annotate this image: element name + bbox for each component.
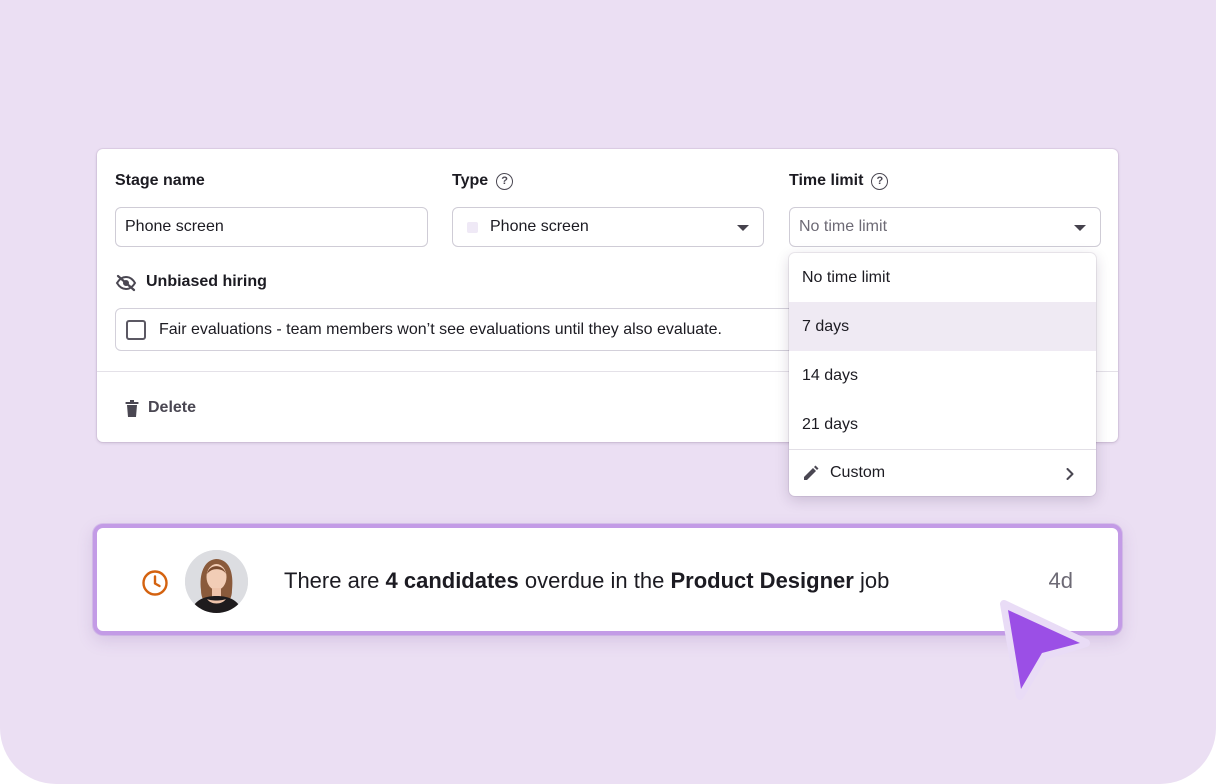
pencil-icon xyxy=(804,465,819,480)
type-select[interactable]: Phone screen xyxy=(452,207,764,247)
time-limit-select[interactable]: No time limit xyxy=(789,207,1101,247)
fair-evaluations-option[interactable]: Fair evaluations - team members won’t se… xyxy=(115,308,815,351)
time-limit-dropdown: No time limit 7 days 14 days 21 days Cus… xyxy=(789,253,1096,496)
delete-label: Delete xyxy=(148,399,197,416)
clock-icon xyxy=(142,570,168,596)
type-color-swatch xyxy=(467,221,478,233)
custom-label: Custom xyxy=(830,464,886,481)
unbiased-hiring-label: Unbiased hiring xyxy=(146,273,267,290)
notification-age: 4d xyxy=(1048,568,1073,593)
time-limit-option[interactable]: 14 days xyxy=(789,351,1096,400)
type-value: Phone screen xyxy=(490,218,589,235)
chevron-right-icon xyxy=(1066,468,1074,480)
time-limit-option[interactable]: 21 days xyxy=(789,400,1096,449)
notification-message: There are 4 candidates overdue in the Pr… xyxy=(284,568,890,593)
type-label: Type ? xyxy=(452,172,514,190)
time-limit-label: Time limit ? xyxy=(789,172,889,190)
help-circle-icon[interactable]: ? xyxy=(871,172,889,190)
stage-name-input[interactable]: Phone screen xyxy=(115,207,428,247)
stage-name-value: Phone screen xyxy=(125,218,224,235)
fair-evaluations-text: Fair evaluations - team members won’t se… xyxy=(159,320,722,338)
caret-down-icon xyxy=(737,225,749,231)
caret-down-icon xyxy=(1074,225,1086,231)
candidate-count: 4 candidates xyxy=(385,568,519,593)
time-limit-option[interactable]: No time limit xyxy=(789,253,1096,302)
fair-evaluations-checkbox[interactable] xyxy=(126,319,146,340)
avatar xyxy=(185,550,248,613)
delete-button[interactable]: Delete xyxy=(125,396,196,420)
overdue-notification[interactable]: There are 4 candidates overdue in the Pr… xyxy=(93,524,1122,635)
custom-time-limit-option[interactable]: Custom xyxy=(789,449,1096,496)
time-limit-placeholder: No time limit xyxy=(799,218,888,235)
cursor-arrow-icon xyxy=(1000,600,1090,700)
canvas-background: Stage name Phone screen Type ? Phone scr… xyxy=(0,0,1216,784)
job-name: Product Designer xyxy=(670,568,854,593)
time-limit-option-selected[interactable]: 7 days xyxy=(789,302,1096,351)
trash-icon xyxy=(125,399,139,417)
help-circle-icon[interactable]: ? xyxy=(496,172,514,190)
eye-off-icon xyxy=(115,274,137,292)
stage-name-label: Stage name xyxy=(115,172,205,189)
